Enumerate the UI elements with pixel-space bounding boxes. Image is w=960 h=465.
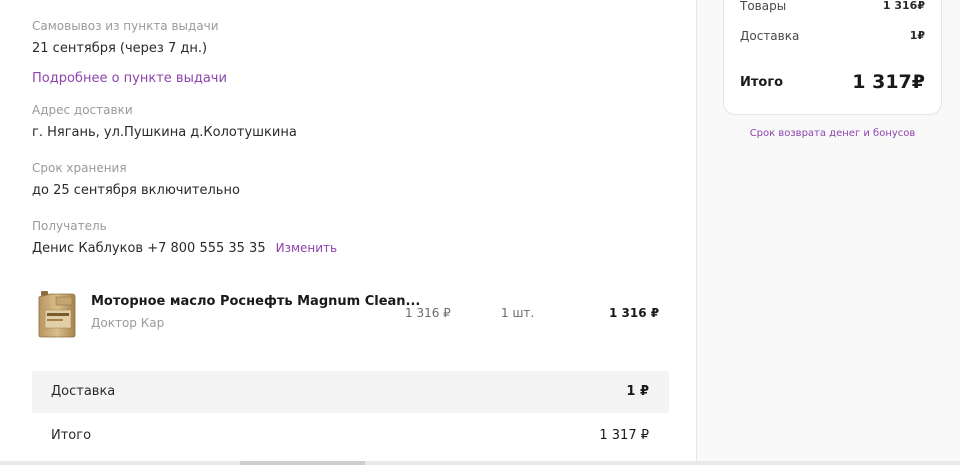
pickup-section: Самовывоз из пункта выдачи 21 сентября (… [32,19,227,86]
summary-delivery-line: Доставка 1₽ [740,29,925,43]
product-name[interactable]: Моторное масло Роснефть Magnum Clean... [91,294,420,309]
recipient-section: Получатель Денис Каблуков +7 800 555 35 … [32,219,337,257]
product-total-price: 1 316 ₽ [609,306,660,320]
refund-terms-link[interactable]: Срок возврата денег и бонусов [723,128,942,139]
product-quantity: 1 шт. [501,306,535,320]
order-total-row: Итого 1 317 ₽ [32,415,669,457]
summary-goods-line: Товары 1 316₽ [740,0,925,13]
oil-canister-image[interactable] [36,288,78,338]
order-total-label: Итого [51,428,92,443]
recipient-value: Денис Каблуков +7 800 555 35 35 [32,241,266,256]
order-delivery-row: Доставка 1 ₽ [32,371,669,413]
pickup-date: 21 сентября (через 7 дн.) [32,41,208,56]
product-unit-price: 1 316 ₽ [405,306,451,320]
storage-label: Срок хранения [32,161,127,175]
storage-value: до 25 сентября включительно [32,183,240,198]
summary-total-label: Итого [740,75,784,90]
summary-delivery-label: Доставка [740,29,800,43]
summary-total-value: 1 317₽ [852,71,925,93]
recipient-line: Денис Каблуков +7 800 555 35 35 Изменить [32,240,337,257]
pickup-details-link[interactable]: Подробнее о пункте выдачи [32,71,227,86]
address-value: г. Нягань, ул.Пушкина д.Колотушкина [32,125,297,140]
recipient-change-link[interactable]: Изменить [276,241,338,255]
address-label: Адрес доставки [32,103,133,117]
horizontal-scrollbar[interactable] [0,461,960,465]
product-row: Моторное масло Роснефть Magnum Clean... … [32,284,672,344]
order-total-value: 1 317 ₽ [599,428,649,443]
address-section: Адрес доставки г. Нягань, ул.Пушкина д.К… [32,103,297,141]
order-delivery-label: Доставка [51,384,116,399]
summary-goods-label: Товары [740,0,787,13]
order-delivery-value: 1 ₽ [626,384,649,399]
order-summary-card: Товары 1 316₽ Доставка 1₽ Итого 1 317₽ [723,0,942,115]
product-seller: Доктор Кар [91,316,165,330]
order-details-panel: Самовывоз из пункта выдачи 21 сентября (… [0,0,697,465]
summary-goods-value: 1 316₽ [882,0,925,12]
storage-section: Срок хранения до 25 сентября включительн… [32,161,240,199]
recipient-label: Получатель [32,219,107,233]
scrollbar-thumb[interactable] [240,461,365,465]
summary-delivery-value: 1₽ [909,29,925,42]
pickup-label: Самовывоз из пункта выдачи [32,19,219,33]
